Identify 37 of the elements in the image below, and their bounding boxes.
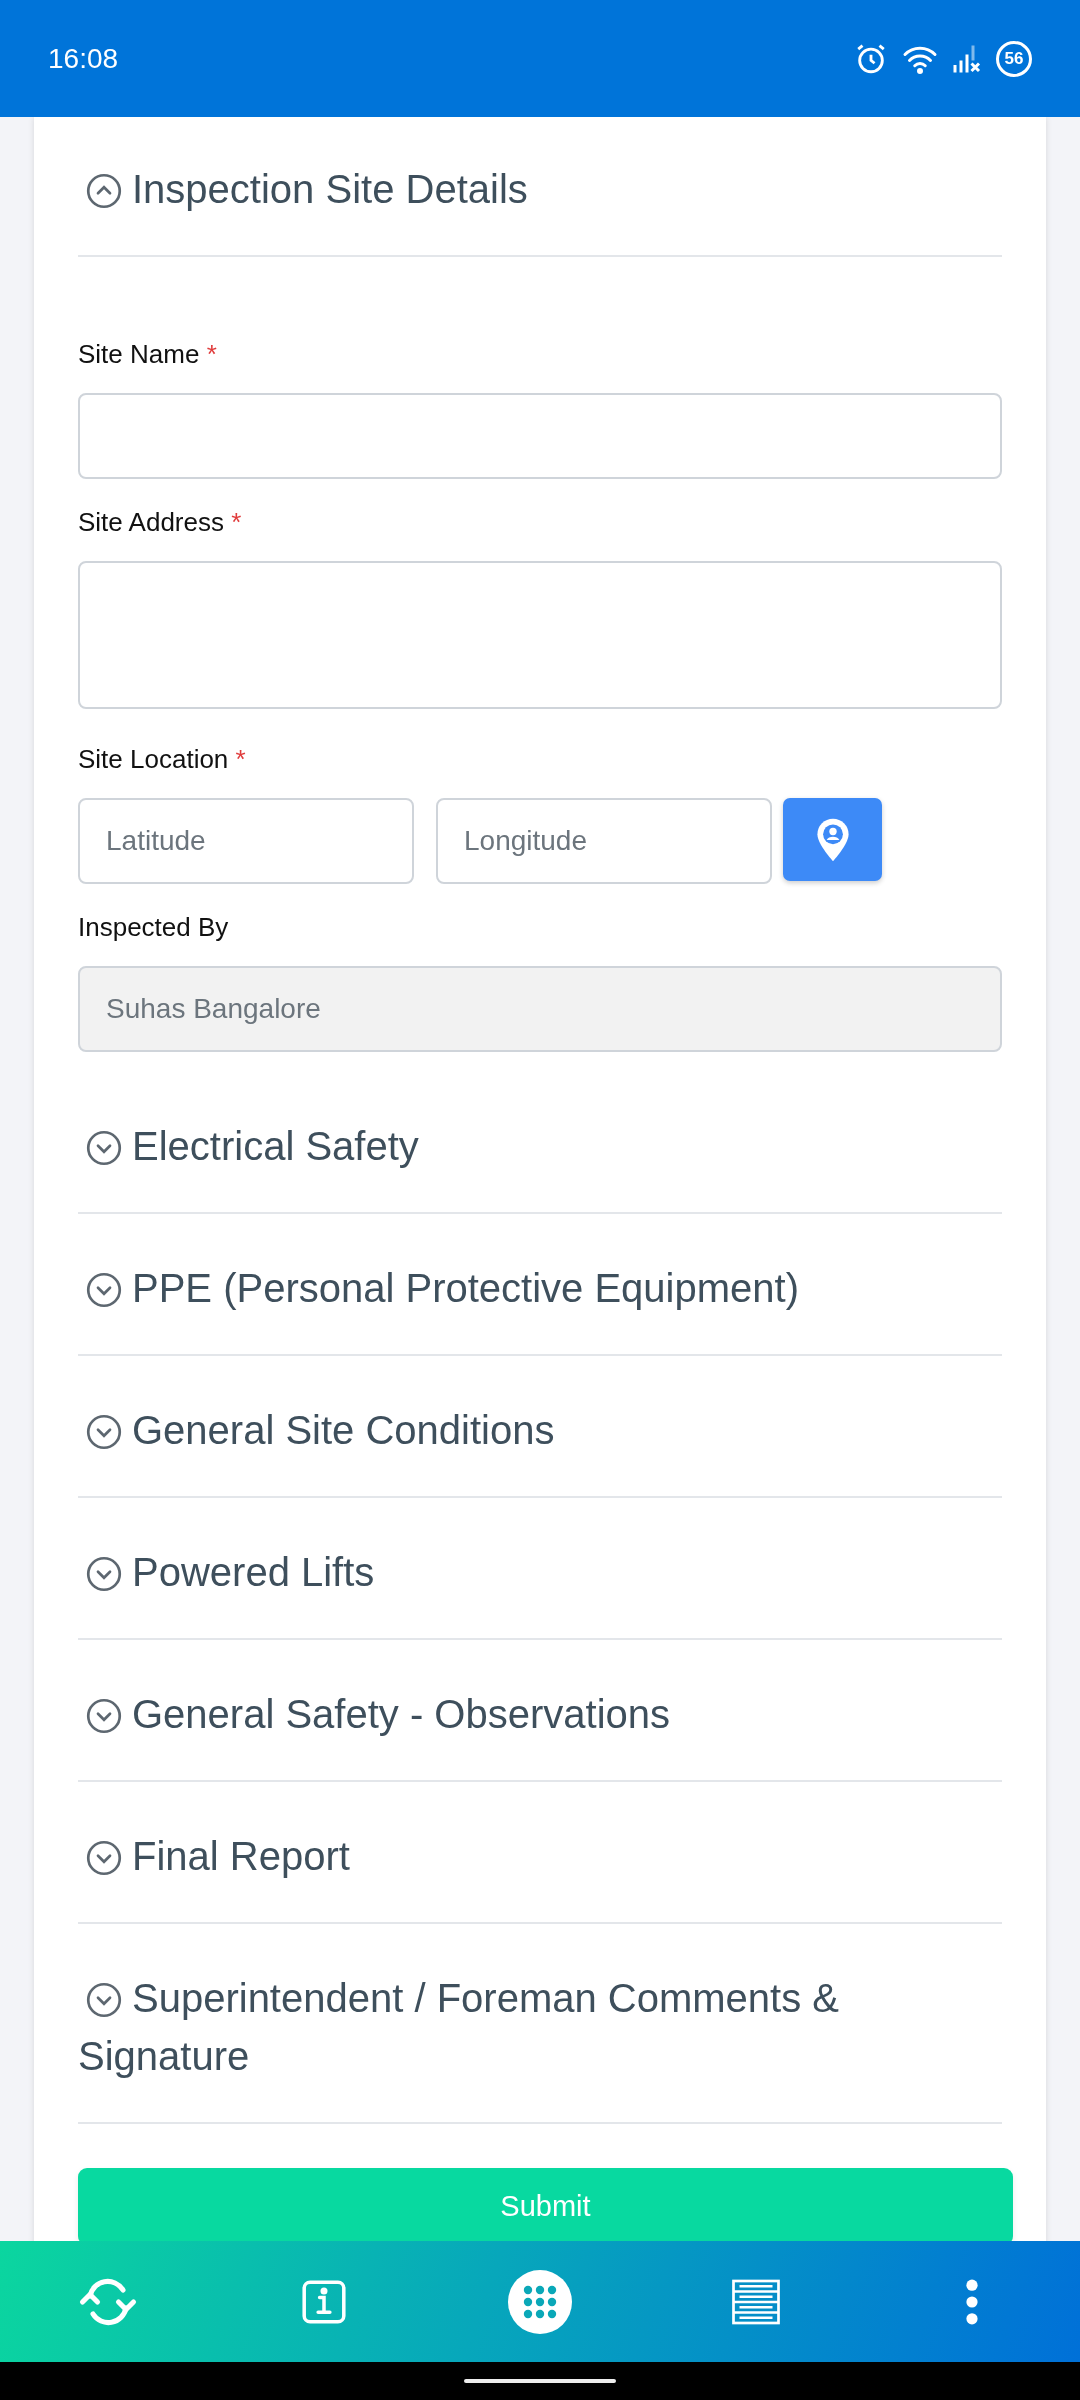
required-mark: * (206, 339, 217, 369)
list-icon (732, 2278, 780, 2325)
apps-icon (508, 2269, 572, 2334)
location-button[interactable] (783, 798, 882, 881)
field-label: Site Address (78, 507, 224, 537)
chevron-down-icon (86, 1130, 122, 1166)
chevron-down-icon (86, 1272, 122, 1308)
section-header[interactable]: Superintendent / Foreman Comments & Signature (78, 1924, 1002, 2124)
text-input[interactable] (78, 393, 1002, 479)
chevron-down-icon (86, 1982, 122, 2018)
chevron-down-icon (86, 1698, 122, 1734)
field-label: Site Name (78, 339, 200, 369)
section-header[interactable]: Powered Lifts (78, 1498, 1002, 1640)
section-header[interactable]: Inspection Site Details (78, 117, 1002, 257)
field-label: Inspected By (78, 912, 229, 942)
status-time: 16:08 (48, 41, 119, 76)
section-header[interactable]: Final Report (78, 1782, 1002, 1924)
chevron-down-icon (86, 1840, 122, 1876)
section-header[interactable]: Electrical Safety (78, 1072, 1002, 1214)
signal-icon (952, 43, 982, 74)
section-header[interactable]: General Site Conditions (78, 1356, 1002, 1498)
more-icon (965, 2277, 979, 2326)
battery-icon: 56 (996, 40, 1032, 77)
chevron-down-icon (86, 1556, 122, 1592)
section-header[interactable]: General Safety - Observations (78, 1640, 1002, 1782)
location-pin-icon (815, 816, 850, 863)
name-field[interactable]: Suhas Bangalore (78, 966, 1002, 1052)
text-area[interactable] (78, 561, 1002, 709)
coordinate-field[interactable]: Longitude (436, 798, 772, 884)
info-icon (302, 2279, 346, 2324)
field-label: Site Location (78, 744, 229, 774)
required-mark: * (235, 744, 246, 774)
chevron-down-icon (86, 1414, 122, 1450)
section-header[interactable]: PPE (Personal Protective Equipment) (78, 1214, 1002, 1356)
chevron-up-icon (86, 173, 122, 209)
required-mark: * (231, 507, 242, 537)
coordinate-field[interactable]: Latitude (78, 798, 414, 884)
